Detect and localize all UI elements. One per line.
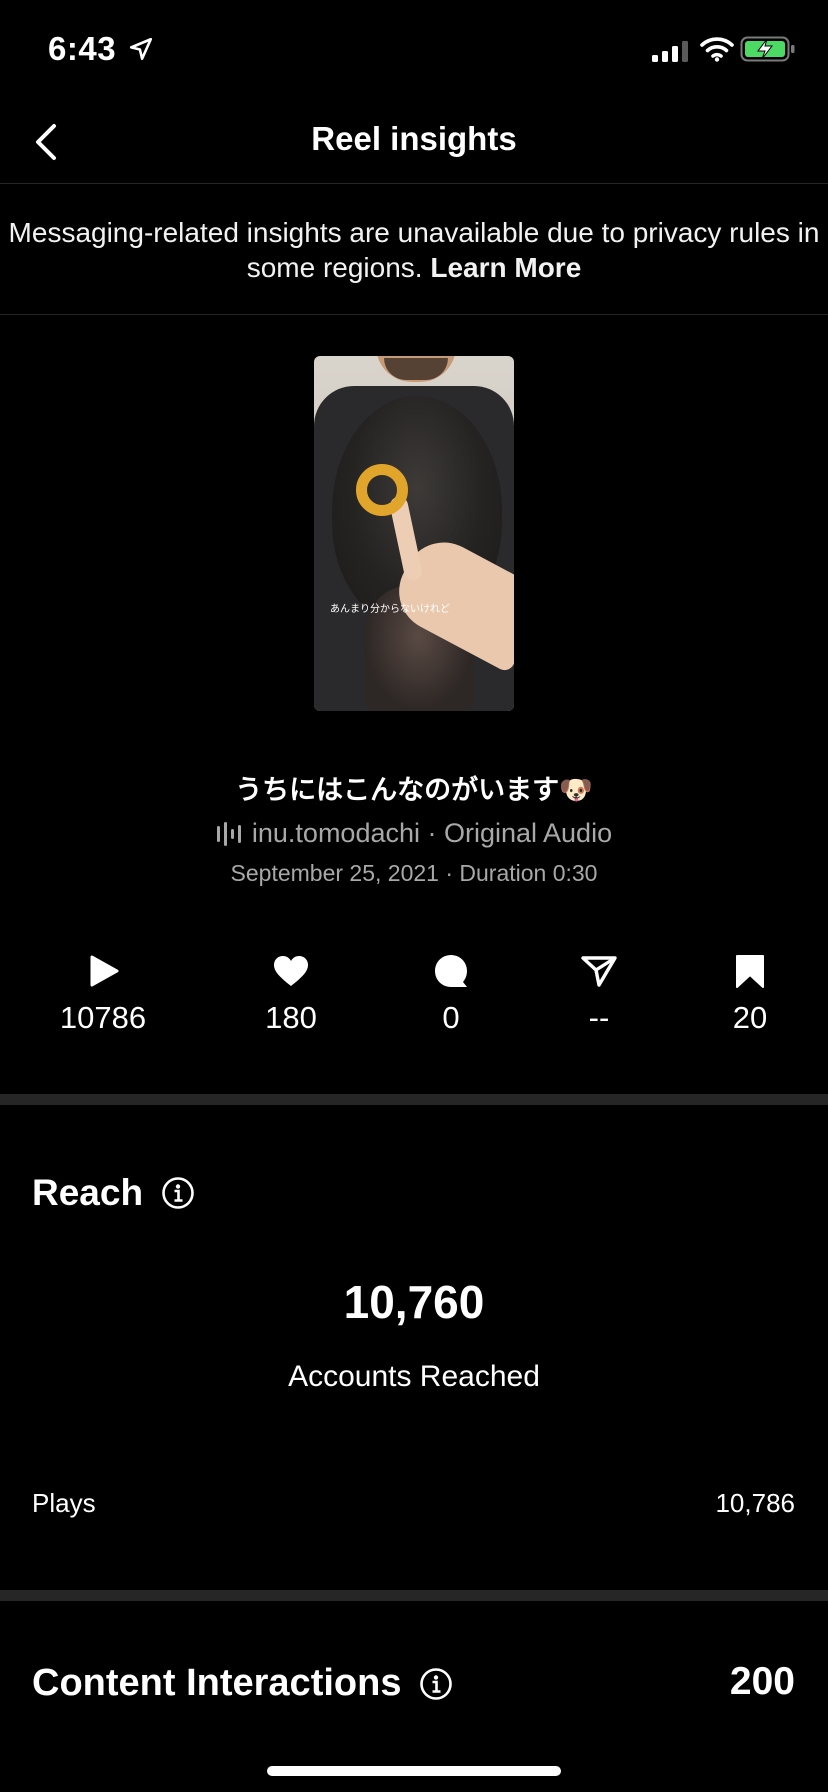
stat-saves: 20	[690, 950, 810, 1036]
reach-heading: Reach	[32, 1172, 195, 1214]
cellular-signal-icon	[652, 40, 690, 67]
audio-line[interactable]: inu.tomodachi · Original Audio	[0, 818, 828, 849]
saves-count: 20	[732, 1000, 768, 1035]
audio-waveform-icon	[216, 821, 241, 846]
bookmark-icon	[736, 955, 764, 988]
heart-icon	[274, 956, 308, 986]
info-icon[interactable]	[419, 1667, 453, 1701]
home-indicator[interactable]	[267, 1766, 561, 1776]
privacy-notice: Messaging-related insights are unavailab…	[0, 185, 828, 315]
stat-likes: 180	[231, 950, 351, 1036]
status-bar: 6:43	[0, 0, 828, 100]
content-interactions-value: 200	[729, 1660, 795, 1703]
stat-plays: 10786	[43, 950, 163, 1036]
shares-count: --	[588, 1000, 610, 1035]
play-icon	[90, 955, 119, 987]
wifi-icon	[700, 36, 734, 67]
privacy-notice-text: Messaging-related insights are unavailab…	[8, 217, 820, 283]
navigation-bar: Reel insights	[0, 100, 828, 184]
plays-value: 10,786	[715, 1488, 795, 1518]
status-time: 6:43	[48, 30, 117, 67]
reel-thumbnail[interactable]: あんまり分からないけれど	[314, 356, 514, 711]
info-icon[interactable]	[161, 1176, 195, 1210]
plays-label: Plays	[32, 1488, 96, 1518]
accounts-reached-value: 10,760	[343, 1276, 485, 1328]
section-divider	[0, 1590, 828, 1601]
toy-ring	[356, 464, 408, 516]
comment-bubble-icon	[435, 955, 467, 987]
date-duration: September 25, 2021 · Duration 0:30	[230, 860, 598, 886]
stat-shares: --	[539, 950, 659, 1036]
section-divider	[0, 1094, 828, 1105]
reel-title: うちにはこんなのがいます🐶	[235, 775, 593, 806]
thumbnail-caption: あんまり分からないけれど	[330, 604, 450, 615]
likes-count: 180	[265, 1000, 317, 1035]
reach-title: Reach	[32, 1172, 144, 1213]
send-icon	[581, 956, 617, 987]
plays-count: 10786	[59, 1000, 147, 1035]
accounts-reached-label: Accounts Reached	[288, 1360, 540, 1393]
learn-more-link[interactable]: Learn More	[430, 252, 581, 283]
stat-comments: 0	[391, 950, 511, 1036]
stats-row: 10786 180 0 -- 20	[0, 950, 828, 1040]
audio-text: inu.tomodachi · Original Audio	[251, 818, 613, 848]
comments-count: 0	[442, 1000, 460, 1035]
content-interactions-title: Content Interactions	[32, 1662, 402, 1704]
content-interactions-heading: Content Interactions	[32, 1662, 453, 1705]
page-title: Reel insights	[311, 120, 517, 157]
location-arrow-icon	[128, 36, 154, 67]
battery-charging-icon	[740, 36, 796, 67]
